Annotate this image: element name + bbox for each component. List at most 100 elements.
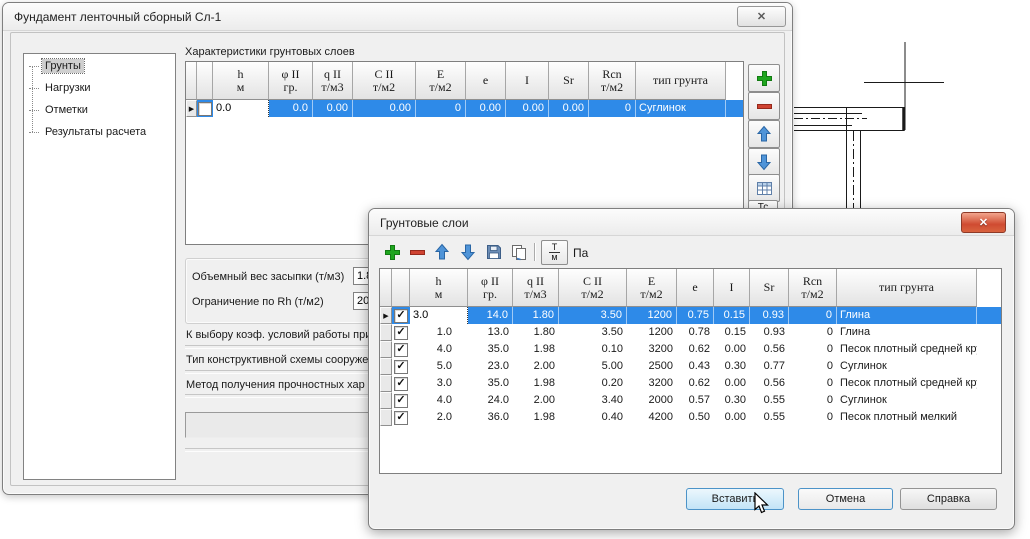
- sidebar-item-0[interactable]: Грунты: [26, 58, 84, 74]
- foundation-dialog-title: Фундамент ленточный сборный Сл-1: [14, 10, 221, 24]
- column-header[interactable]: hм: [213, 62, 269, 100]
- layers-table-button[interactable]: [748, 174, 780, 202]
- move-layer-up-button[interactable]: [431, 241, 453, 263]
- table-row[interactable]: ▶0.00.00.000.0000.000.000.000Суглинок: [186, 100, 743, 117]
- sidebar-item-label: Грунты: [42, 59, 84, 73]
- column-header[interactable]: hм: [410, 269, 468, 307]
- table-row[interactable]: ✓5.023.02.005.0025000.430.300.770Суглино…: [380, 358, 1001, 375]
- cell: Глина: [837, 324, 977, 341]
- cell: Суглинок: [837, 392, 977, 409]
- close-icon[interactable]: ✕: [961, 212, 1006, 233]
- checkbox-checked[interactable]: ✓: [394, 309, 408, 323]
- cell: 24.0: [468, 392, 513, 409]
- checkbox-checked[interactable]: ✓: [394, 326, 408, 340]
- cell: 2.00: [513, 358, 559, 375]
- checkbox-checked[interactable]: ✓: [394, 377, 408, 391]
- help-button[interactable]: Справка: [900, 488, 997, 510]
- column-header[interactable]: C IIт/м2: [559, 269, 627, 307]
- column-header[interactable]: q IIт/м3: [513, 269, 559, 307]
- cell: 0.40: [559, 409, 627, 426]
- cell: 0.0: [269, 100, 313, 117]
- column-header[interactable]: e: [677, 269, 714, 307]
- table-row[interactable]: ✓3.035.01.980.2032000.620.000.560Песок п…: [380, 375, 1001, 392]
- column-header[interactable]: Sr: [549, 62, 589, 100]
- cancel-button[interactable]: Отмена: [798, 488, 893, 510]
- column-header[interactable]: Rcnт/м2: [589, 62, 636, 100]
- cell: Песок плотный средней крупности: [837, 375, 977, 392]
- column-header[interactable]: q IIт/м3: [313, 62, 353, 100]
- soil-layers-table[interactable]: hмφ IIгр.q IIт/м3C IIт/м2Eт/м2eISrRcnт/м…: [379, 268, 1002, 474]
- table-row[interactable]: ✓1.013.01.803.5012000.780.150.930Глина: [380, 324, 1001, 341]
- checkbox-checked[interactable]: ✓: [394, 411, 408, 425]
- row-check-cell: ✓: [392, 307, 410, 324]
- plus-icon: [384, 244, 401, 261]
- column-header[interactable]: Eт/м2: [627, 269, 677, 307]
- units-tm-toggle[interactable]: Т м: [541, 240, 568, 265]
- close-icon[interactable]: ✕: [737, 6, 786, 27]
- cell: 0.00: [714, 341, 750, 358]
- row-check-cell: ✓: [392, 392, 410, 409]
- toolbar-separator: [534, 243, 535, 261]
- cell: 3.50: [559, 307, 627, 324]
- cell: 0.55: [750, 392, 789, 409]
- sidebar-item-2[interactable]: Отметки: [26, 102, 91, 118]
- column-header[interactable]: тип грунта: [837, 269, 977, 307]
- cell: 5.00: [559, 358, 627, 375]
- move-layer-down-button[interactable]: [457, 241, 479, 263]
- table-row[interactable]: ✓2.036.01.980.4042000.500.000.550Песок п…: [380, 409, 1001, 426]
- move-up-button[interactable]: [748, 120, 780, 148]
- foundation-dialog-titlebar[interactable]: Фундамент ленточный сборный Сл-1 ✕: [3, 3, 792, 31]
- cell: 0.57: [677, 392, 714, 409]
- cell: Глина: [837, 307, 977, 324]
- column-header[interactable]: φ IIгр.: [269, 62, 313, 100]
- column-header[interactable]: e: [466, 62, 506, 100]
- cell: 2.0: [410, 409, 468, 426]
- cell: 2000: [627, 392, 677, 409]
- soil-layers-titlebar[interactable]: Грунтовые слои ✕: [369, 209, 1014, 236]
- checkbox-checked[interactable]: ✓: [394, 360, 408, 374]
- grid-header: hмφ IIгр.q IIт/м3C IIт/м2Eт/м2eISrRcnт/м…: [380, 269, 1001, 307]
- checkbox-checked[interactable]: ✓: [394, 394, 408, 408]
- column-header[interactable]: [186, 62, 197, 100]
- column-header[interactable]: φ IIгр.: [468, 269, 513, 307]
- work-conditions-label: К выбору коэф. условий работы при: [186, 329, 372, 341]
- column-header[interactable]: [197, 62, 213, 100]
- table-row[interactable]: ✓4.035.01.980.1032000.620.000.560Песок п…: [380, 341, 1001, 358]
- unit-tm-numerator: Т: [552, 243, 558, 252]
- down-arrow-icon: [755, 153, 773, 171]
- checkbox-checked[interactable]: ✓: [394, 343, 408, 357]
- save-button[interactable]: [483, 241, 505, 263]
- add-row-button[interactable]: [748, 64, 780, 92]
- column-header[interactable]: [380, 269, 392, 307]
- add-layer-button[interactable]: [381, 241, 403, 263]
- copy-button[interactable]: [508, 241, 530, 263]
- column-header[interactable]: [392, 269, 410, 307]
- up-arrow-icon: [755, 125, 773, 143]
- cell: 0.20: [559, 375, 627, 392]
- move-down-button[interactable]: [748, 148, 780, 176]
- remove-row-button[interactable]: [748, 92, 780, 120]
- column-header[interactable]: I: [506, 62, 549, 100]
- sidebar-item-label: Отметки: [42, 103, 91, 117]
- cell: 0.62: [677, 341, 714, 358]
- remove-layer-button[interactable]: [406, 241, 428, 263]
- column-header[interactable]: Sr: [750, 269, 789, 307]
- column-header[interactable]: I: [714, 269, 750, 307]
- cell: 0.00: [313, 100, 353, 117]
- column-header[interactable]: Rcnт/м2: [789, 269, 837, 307]
- sidebar-item-1[interactable]: Нагрузки: [26, 80, 94, 96]
- sidebar-item-3[interactable]: Результаты расчета: [26, 124, 149, 140]
- table-row[interactable]: ✓4.024.02.003.4020000.570.300.550Суглино…: [380, 392, 1001, 409]
- insert-button[interactable]: Вставить: [686, 488, 784, 510]
- column-header[interactable]: тип грунта: [636, 62, 726, 100]
- cell: 14.0: [468, 307, 513, 324]
- column-header[interactable]: C IIт/м2: [353, 62, 416, 100]
- table-row[interactable]: ▶✓3.014.01.803.5012000.750.150.930Глина: [380, 307, 1001, 324]
- cell: 0: [789, 392, 837, 409]
- checkbox-unchecked[interactable]: [198, 102, 212, 116]
- strength-method-label: Метод получения прочностных хар: [186, 379, 372, 391]
- up-arrow-icon: [433, 243, 451, 261]
- column-header[interactable]: Eт/м2: [416, 62, 466, 100]
- cell: 0.00: [714, 409, 750, 426]
- row-check-cell: ✓: [392, 341, 410, 358]
